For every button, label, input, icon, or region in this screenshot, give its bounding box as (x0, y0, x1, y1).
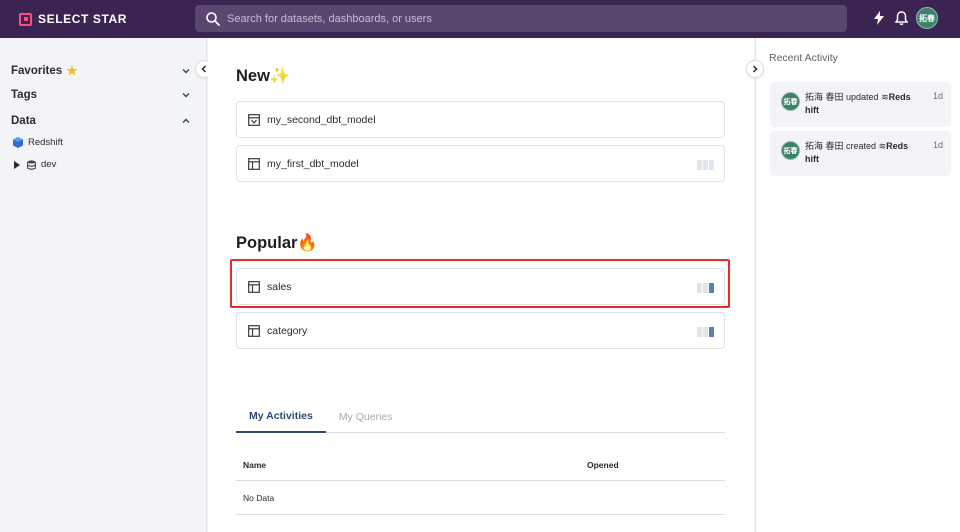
search-bar[interactable] (195, 5, 847, 32)
empty-state-text: No Data (243, 493, 275, 503)
card-label: category (267, 324, 308, 337)
chevron-up-icon[interactable] (181, 116, 191, 126)
star-icon: ★ (66, 63, 78, 78)
redshift-icon (13, 137, 23, 148)
lightning-icon[interactable] (872, 10, 886, 26)
chevron-left-icon (201, 65, 207, 73)
avatar[interactable]: 拓春 (781, 92, 800, 111)
table-row: No Data (236, 481, 725, 515)
activity-user[interactable]: 拓海 春田 (805, 92, 844, 102)
tab-my-activities[interactable]: My Activities (236, 400, 326, 433)
popularity-indicator (697, 283, 714, 293)
favorites-section[interactable]: Favorites ★ (11, 63, 191, 79)
tags-section[interactable]: Tags (11, 89, 191, 101)
search-icon (206, 11, 220, 26)
tags-label: Tags (11, 89, 37, 101)
top-actions: 拓春 (872, 7, 938, 29)
favorites-label: Favorites (11, 65, 63, 77)
logo-icon (19, 12, 32, 26)
card-label: my_first_dbt_model (267, 157, 359, 170)
activity-action: updated (846, 92, 879, 102)
recent-activity-title: Recent Activity (769, 52, 838, 64)
database-icon (27, 159, 36, 170)
popularity-indicator (697, 160, 714, 170)
new-section-title: New✨ (236, 67, 291, 85)
new-item-card[interactable]: my_second_dbt_model (236, 101, 725, 138)
datasource-icon: ≋ (878, 141, 887, 151)
chevron-down-icon[interactable] (181, 66, 191, 76)
user-avatar[interactable]: 拓春 (916, 7, 938, 29)
data-section[interactable]: Data (11, 115, 191, 127)
datasource-icon: ≋ (881, 92, 889, 102)
chevron-right-icon (752, 65, 758, 73)
search-input[interactable] (227, 12, 847, 25)
popular-section-title: Popular🔥 (236, 234, 318, 252)
sidebar-item-label: dev (41, 159, 57, 170)
card-label: my_second_dbt_model (267, 113, 376, 126)
top-bar: SELECT STAR 拓春 (0, 0, 960, 38)
avatar[interactable]: 拓春 (781, 141, 800, 160)
caret-right-icon[interactable] (14, 160, 20, 169)
table-header: Name Opened (236, 449, 725, 481)
logo-text: SELECT STAR (38, 12, 128, 26)
tab-my-queries[interactable]: My Queries (326, 400, 406, 433)
expand-right-panel-button[interactable] (746, 60, 764, 78)
sidebar-item-label: Redshift (28, 137, 63, 148)
recent-activity-panel: Recent Activity 拓春 拓海 春田 updated ≋Reds h… (755, 38, 960, 532)
activity-action: created (846, 141, 877, 151)
activity-time: 1d (932, 140, 943, 150)
card-label: sales (267, 280, 292, 293)
popular-item-card[interactable]: sales (236, 268, 725, 305)
activity-tabs: My Activities My Queries (236, 400, 725, 433)
sidebar-item-redshift[interactable]: Redshift (13, 137, 63, 148)
dbt-model-icon (248, 113, 260, 126)
activity-item[interactable]: 拓春 拓海 春田 updated ≋Reds hift 1d (770, 82, 951, 127)
column-header-opened[interactable]: Opened (587, 460, 619, 470)
logo[interactable]: SELECT STAR (19, 12, 127, 26)
activity-time: 1d (932, 91, 943, 101)
table-icon (248, 280, 260, 293)
activity-user[interactable]: 拓海 春田 (805, 141, 844, 151)
popular-item-card[interactable]: category (236, 312, 725, 349)
data-label: Data (11, 115, 36, 127)
sidebar-item-dev[interactable]: dev (14, 159, 56, 170)
chevron-down-icon[interactable] (181, 90, 191, 100)
column-header-name[interactable]: Name (243, 460, 266, 470)
main-content: New✨ my_second_dbt_model my_first_dbt_mo… (208, 38, 754, 532)
table-icon (248, 324, 260, 337)
table-icon (248, 157, 260, 170)
activity-item[interactable]: 拓春 拓海 春田 created ≋Reds hift 1d (770, 131, 951, 176)
bell-icon[interactable] (894, 10, 908, 26)
left-sidebar: Favorites ★ Tags Data Redshift dev (0, 38, 207, 532)
activity-text: 拓海 春田 updated ≋Reds hift (805, 91, 923, 117)
activity-text: 拓海 春田 created ≋Reds hift (805, 140, 923, 166)
new-item-card[interactable]: my_first_dbt_model (236, 145, 725, 182)
popularity-indicator (697, 327, 714, 337)
